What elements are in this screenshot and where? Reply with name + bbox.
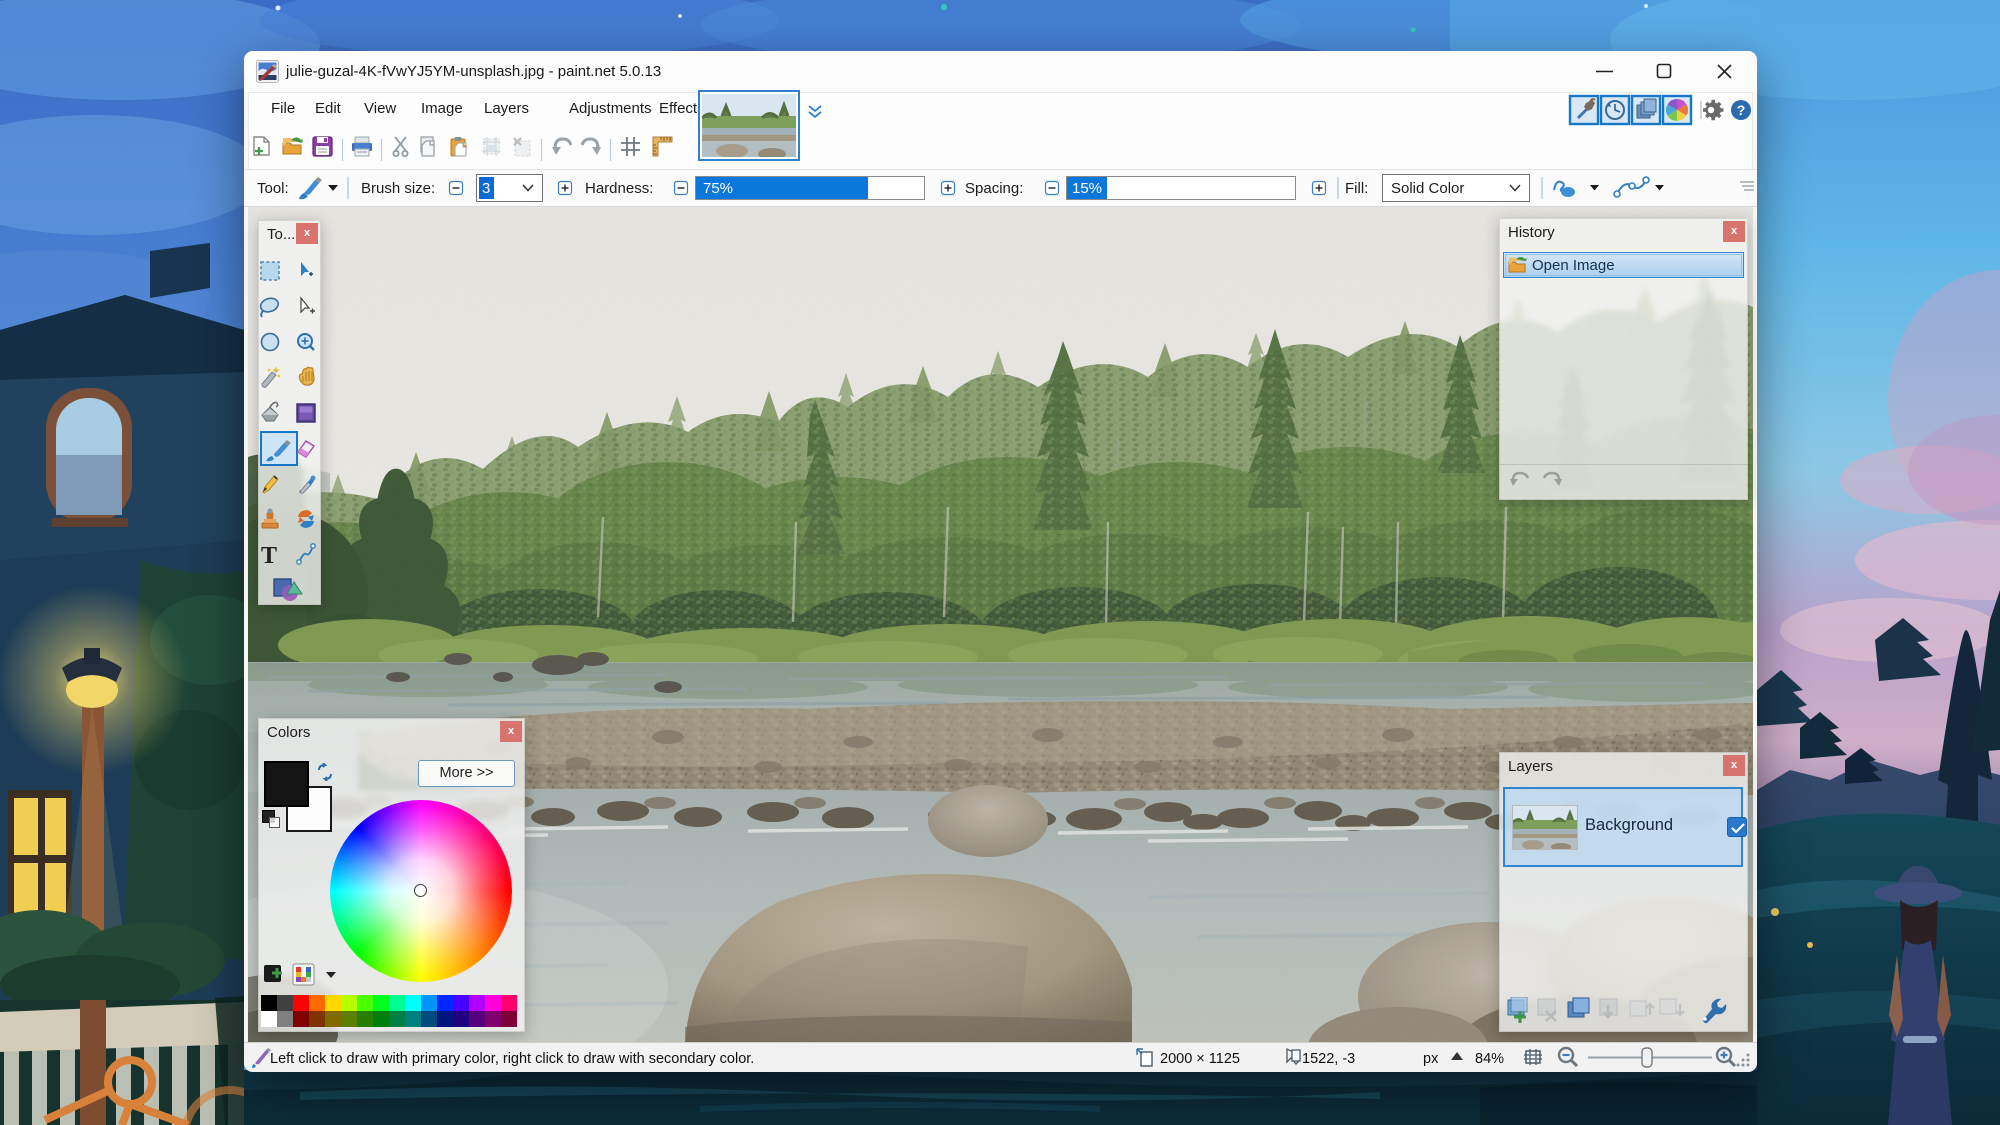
svg-text:Hardness:: Hardness: bbox=[585, 180, 653, 197]
svg-text:Solid Color: Solid Color bbox=[1391, 180, 1464, 197]
svg-text:15%: 15% bbox=[1072, 180, 1102, 197]
svg-text:T: T bbox=[261, 543, 277, 569]
svg-text:1522, -3: 1522, -3 bbox=[1302, 1051, 1355, 1067]
svg-text:Brush size:: Brush size: bbox=[361, 180, 435, 197]
svg-text:84%: 84% bbox=[1475, 1051, 1504, 1067]
svg-text:Tool:: Tool: bbox=[257, 180, 289, 197]
svg-text:2000 × 1125: 2000 × 1125 bbox=[1160, 1051, 1240, 1067]
svg-text:px: px bbox=[1423, 1051, 1439, 1067]
svg-text:Spacing:: Spacing: bbox=[965, 180, 1023, 197]
svg-text:?: ? bbox=[1737, 102, 1746, 118]
svg-text:75%: 75% bbox=[703, 180, 733, 197]
svg-text:Left click to draw with primar: Left click to draw with primary color, r… bbox=[270, 1051, 754, 1067]
svg-text:3: 3 bbox=[482, 180, 490, 197]
svg-text:Fill:: Fill: bbox=[1345, 180, 1368, 197]
